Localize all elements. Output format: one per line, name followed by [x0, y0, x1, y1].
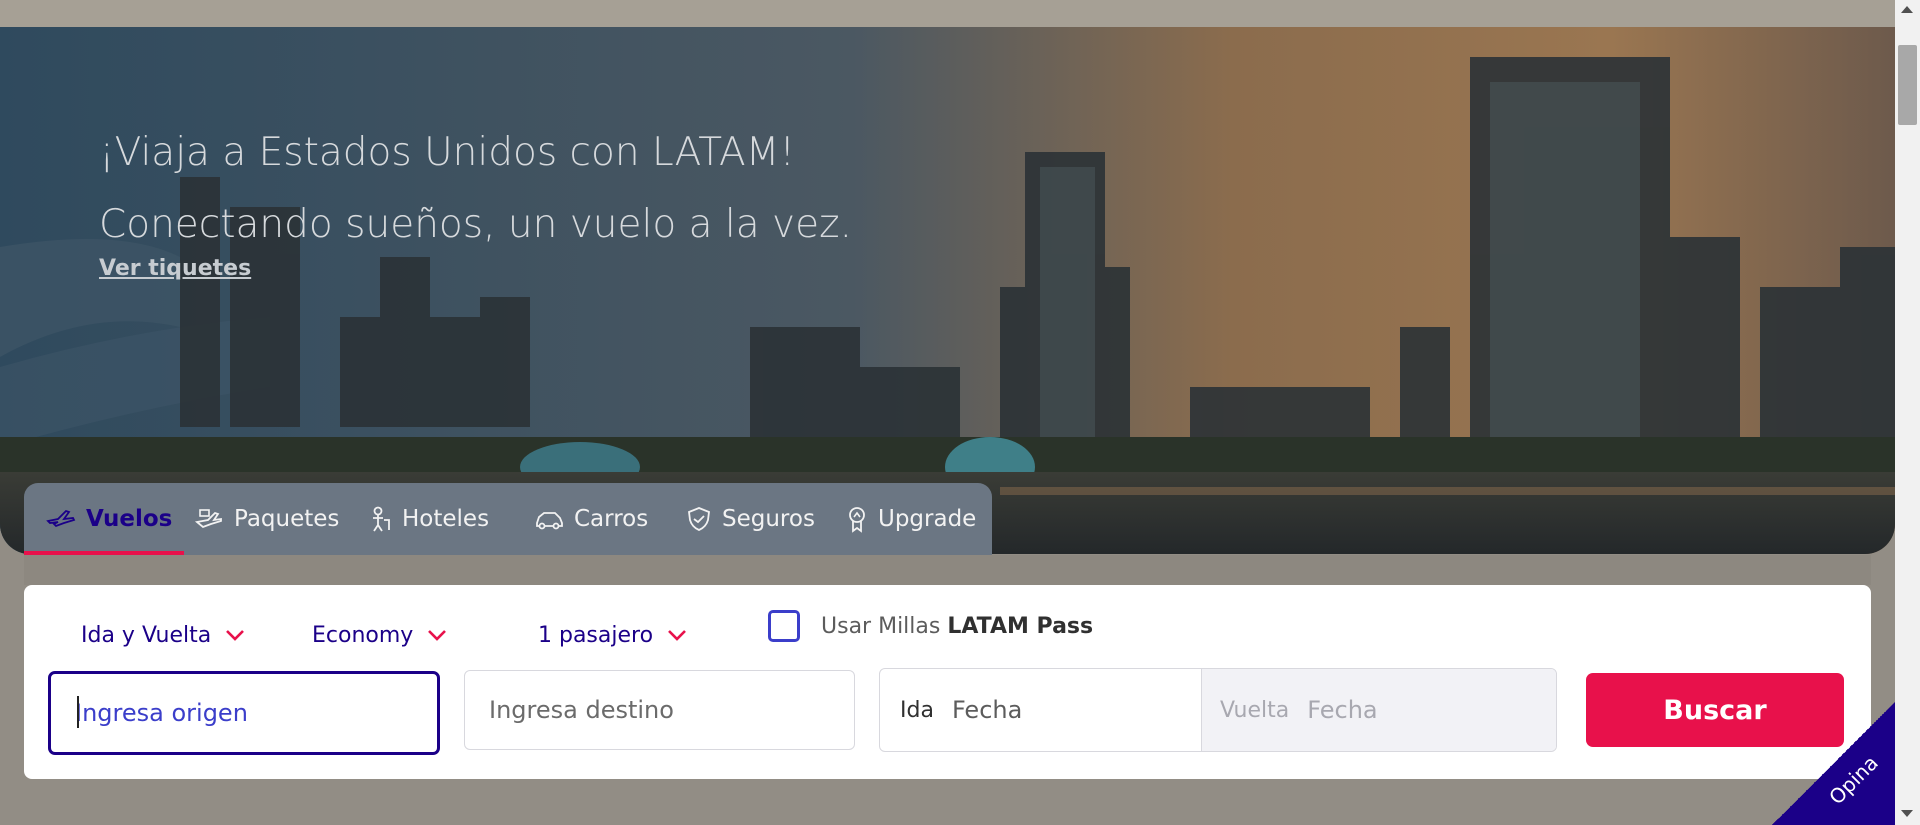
return-date-field[interactable]: Vuelta Fecha — [1202, 669, 1556, 751]
chevron-down-icon — [428, 630, 447, 641]
cabin-select[interactable]: Economy — [312, 615, 447, 655]
destination-field[interactable] — [464, 670, 855, 750]
return-date-value: Fecha — [1307, 696, 1378, 724]
scroll-down-arrow-icon[interactable] — [1901, 810, 1913, 817]
tab-label: Carros — [574, 506, 649, 532]
view-tickets-link[interactable]: Ver tiquetes — [99, 256, 251, 281]
tab-seguros[interactable]: Seguros — [686, 483, 815, 555]
tab-carros[interactable]: Carros — [534, 483, 648, 555]
top-strip — [0, 0, 1895, 27]
cabin-value: Economy — [312, 622, 414, 648]
text-cursor — [77, 696, 79, 728]
tab-label: Upgrade — [878, 506, 977, 532]
shield-icon — [688, 507, 710, 531]
latam-pass-brand: LATAM Pass — [947, 614, 1094, 639]
tab-vuelos[interactable]: Vuelos — [46, 483, 172, 555]
use-miles-prefix: Usar Millas — [821, 614, 948, 639]
scroll-thumb[interactable] — [1898, 45, 1917, 125]
car-icon — [536, 512, 563, 530]
destination-input[interactable] — [465, 671, 854, 749]
chevron-down-icon — [668, 630, 686, 641]
hero-title: ¡Viaja a Estados Unidos con LATAM! Conec… — [99, 130, 852, 247]
departure-date-field[interactable]: Ida Fecha — [880, 669, 1202, 751]
scroll-up-arrow-icon[interactable] — [1901, 6, 1913, 13]
hero-banner: ¡Viaja a Estados Unidos con LATAM! Conec… — [0, 27, 1895, 554]
feedback-corner-tab[interactable]: Opina — [1772, 702, 1895, 825]
use-miles-label: Usar Millas LATAM Pass — [821, 611, 1093, 643]
tab-label: Hoteles — [402, 506, 490, 532]
chevron-down-icon — [226, 630, 245, 641]
city-skyline-image — [0, 27, 1895, 554]
tab-label: Seguros — [722, 506, 815, 532]
vertical-scrollbar[interactable] — [1895, 0, 1920, 825]
origin-field[interactable] — [48, 671, 440, 755]
hotel-icon — [373, 506, 390, 532]
page: ¡Viaja a Estados Unidos con LATAM! Conec… — [0, 0, 1895, 825]
plane-icon — [46, 509, 76, 528]
tab-label: Vuelos — [86, 506, 173, 532]
upgrade-icon — [849, 507, 865, 533]
return-label: Vuelta — [1220, 697, 1290, 723]
departure-date-value: Fecha — [951, 696, 1023, 724]
use-miles-checkbox[interactable] — [768, 610, 800, 642]
passengers-select[interactable]: 1 pasajero — [538, 615, 687, 655]
package-icon — [194, 509, 222, 529]
origin-input[interactable] — [51, 674, 437, 752]
trip-type-value: Ida y Vuelta — [81, 622, 212, 648]
tab-upgrade[interactable]: Upgrade — [846, 483, 976, 555]
tab-label: Paquetes — [234, 506, 340, 532]
product-tabs: Vuelos Paquetes Hoteles Carros Seguros U… — [24, 483, 992, 555]
tab-paquetes[interactable]: Paquetes — [194, 483, 339, 555]
feedback-label: Opina — [1824, 750, 1883, 810]
date-range-field: Ida Fecha Vuelta Fecha — [879, 668, 1557, 752]
departure-label: Ida — [900, 697, 934, 723]
passengers-value: 1 pasajero — [538, 622, 654, 648]
trip-type-select[interactable]: Ida y Vuelta — [81, 615, 245, 655]
search-card-header-band — [24, 555, 1871, 585]
tab-hoteles[interactable]: Hoteles — [368, 483, 489, 555]
